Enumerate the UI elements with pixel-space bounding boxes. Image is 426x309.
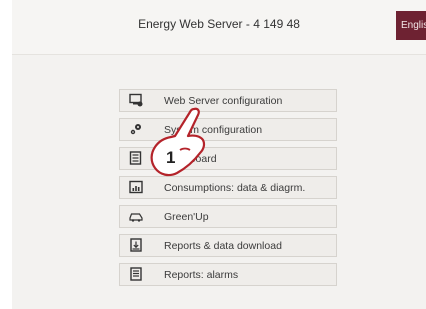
menu-item-label: Reports & data download <box>164 240 282 252</box>
header-bar: Energy Web Server - 4 149 48 <box>12 0 426 55</box>
language-button[interactable]: English <box>396 11 426 40</box>
page-title: Energy Web Server - 4 149 48 <box>138 17 300 31</box>
menu-item-reports-alarms[interactable]: Reports: alarms <box>119 263 337 286</box>
gears-icon <box>130 124 141 135</box>
alarm-report-icon <box>130 267 142 281</box>
car-icon <box>129 213 143 222</box>
menu-item-label: Reports: alarms <box>164 269 239 281</box>
menu-item-reports-download[interactable]: Reports & data download <box>119 234 337 257</box>
report-download-icon <box>130 238 142 252</box>
monitor-settings-icon <box>129 93 143 107</box>
menu-item-label: Green'Up <box>164 211 209 223</box>
menu-item-greenup[interactable]: Green'Up <box>119 205 337 228</box>
pointing-hand-icon: 1 <box>150 107 206 177</box>
chart-icon <box>129 180 143 194</box>
step-number-label: 1 <box>166 148 175 167</box>
dashboard-icon <box>129 151 142 165</box>
